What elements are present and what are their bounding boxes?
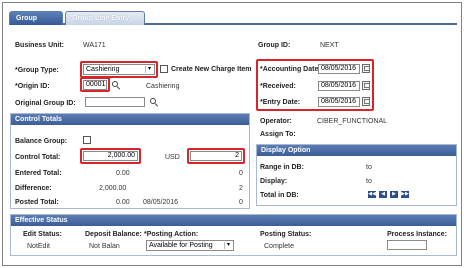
- process-instance-label: Process Instance:: [387, 231, 447, 238]
- currency-code: USD: [165, 154, 180, 161]
- display-option-header: Display Option: [257, 145, 456, 156]
- posting-action-label: *Posting Action:: [144, 231, 199, 238]
- business-unit-label: Business Unit:: [15, 42, 65, 49]
- edit-status-label: Edit Status:: [23, 231, 62, 238]
- highlight-box: [187, 148, 245, 164]
- deposit-balance-label: Deposit Balance:: [85, 231, 142, 238]
- search-icon[interactable]: [112, 81, 118, 87]
- edit-status-value: NotEdit: [27, 243, 50, 250]
- display-label: Display:: [260, 178, 288, 185]
- search-icon[interactable]: [150, 98, 156, 104]
- balance-group-label: Balance Group:: [15, 138, 68, 145]
- posting-action-value: Available for Posting: [149, 242, 213, 249]
- entered-total-label: Entered Total:: [15, 170, 62, 177]
- tab-bar: Group Entry Group Line Entry: [9, 11, 457, 35]
- posted-total-label: Posted Total:: [15, 199, 59, 206]
- highlight-box: [80, 148, 141, 164]
- posting-action-select[interactable]: Available for Posting ▾: [146, 240, 234, 251]
- difference-label: Difference:: [15, 185, 52, 192]
- posted-count: 0: [239, 199, 243, 206]
- posted-date: 08/05/2016: [143, 199, 179, 206]
- difference-count: 2: [239, 185, 243, 192]
- control-total-label: Control Total:: [15, 154, 61, 161]
- next-icon[interactable]: ▶: [390, 191, 398, 198]
- create-charge-label: Create New Charge Item: [171, 66, 252, 73]
- posting-status-label: Posting Status:: [260, 231, 312, 238]
- group-id-value: NEXT: [320, 42, 339, 49]
- posted-total-value: 0.00: [116, 199, 130, 206]
- effective-status-header: Effective Status: [11, 215, 456, 226]
- group-id-label: Group ID:: [258, 42, 291, 49]
- operator-value: CIBER_FUNCTIONAL: [317, 118, 388, 125]
- business-unit-value: WA171: [83, 42, 106, 49]
- first-icon[interactable]: ◀◀: [368, 191, 376, 198]
- highlight-box: [256, 59, 374, 111]
- original-group-label: Original Group ID:: [15, 100, 76, 107]
- origin-id-label: *Origin ID:: [15, 83, 50, 90]
- last-icon[interactable]: ▶▶: [401, 191, 409, 198]
- balance-group-checkbox[interactable]: [83, 136, 91, 144]
- display-value: to: [366, 178, 372, 185]
- range-value: to: [366, 164, 372, 171]
- entered-count: 0: [239, 170, 243, 177]
- deposit-balance-value: Not Balan: [89, 243, 120, 250]
- tab-group-line-entry[interactable]: Group Line Entry: [65, 11, 145, 25]
- assign-to-label: Assign To:: [260, 131, 296, 138]
- difference-value: 2,000.00: [99, 185, 127, 192]
- posting-status-value: Complete: [264, 243, 294, 250]
- operator-label: Operator:: [260, 118, 292, 125]
- chevron-down-icon: ▾: [224, 242, 232, 249]
- group-entry-page: Group Entry Group Line Entry Business Un…: [2, 2, 462, 266]
- process-instance-input[interactable]: [387, 240, 427, 250]
- control-totals-header: Control Totals: [11, 114, 249, 125]
- total-in-db-label: Total in DB:: [260, 192, 299, 199]
- previous-icon[interactable]: ◀: [379, 191, 387, 198]
- range-label: Range in DB:: [260, 164, 304, 171]
- highlight-box: [80, 77, 110, 92]
- origin-description: Cashiering: [146, 83, 180, 90]
- highlight-box: [80, 61, 158, 78]
- entered-total-value: 0.00: [116, 170, 130, 177]
- group-type-label: *Group Type:: [15, 67, 59, 74]
- original-group-input[interactable]: [85, 97, 145, 107]
- create-charge-checkbox[interactable]: [160, 65, 168, 73]
- tab-group-entry[interactable]: Group Entry: [9, 11, 63, 35]
